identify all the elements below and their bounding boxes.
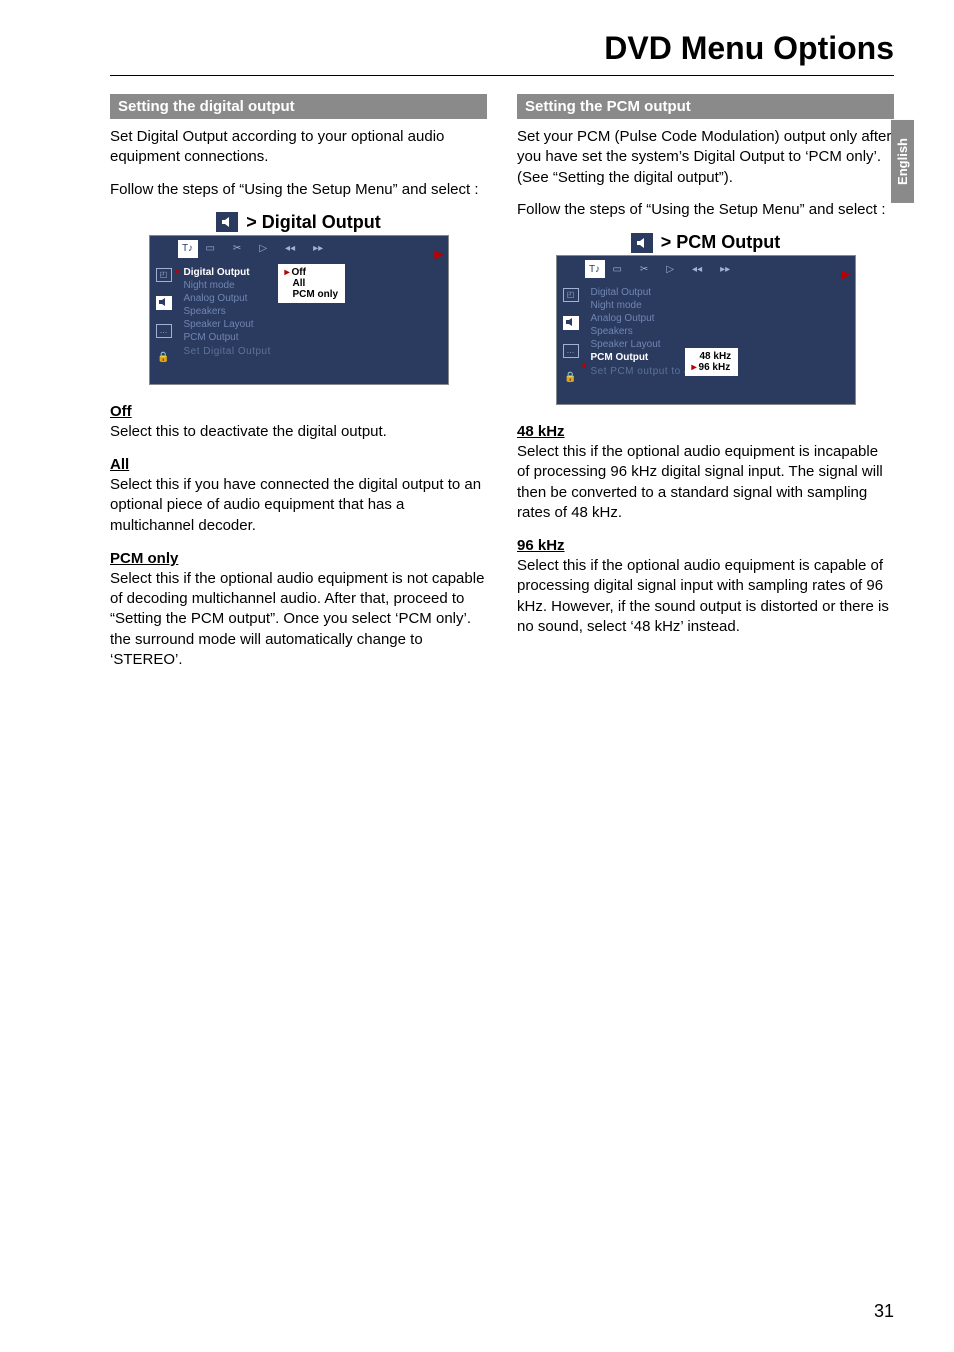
rail-icon-user: ◰ [563,288,579,302]
rewind-icon: ◂◂ [285,243,295,254]
option-heading-48khz: 48 kHz [517,423,894,440]
monitor-icon: ▭ [206,243,215,254]
caret-right-icon: ▸ [692,362,697,373]
intro-text: Set Digital Output according to your opt… [110,127,487,168]
rail-icon-user: ◰ [156,268,172,282]
caret-left-icon: ◂ [174,266,179,277]
forward-icon: ▸▸ [313,243,323,254]
play-icon: ▷ [259,243,267,254]
menu-item-speakers: Speakers [591,325,849,338]
menu-item-pcm-output: PCM Output [184,331,442,344]
intro-text: Set your PCM (Pulse Code Modulation) out… [517,127,894,188]
option-pcm-only: PCM only [293,289,339,300]
monitor-icon: ▭ [613,264,622,275]
menu-title: > Digital Output [246,212,381,233]
speaker-icon [216,212,238,232]
speaker-icon [631,233,653,253]
option-heading-96khz: 96 kHz [517,537,894,554]
rail-icon-subtitle: … [156,324,172,338]
menu-item-speakers: Speakers [184,305,442,318]
menu-figure-digital-output: > Digital Output T♪ ▭ ✂ ▷ ◂◂ ▸▸ ▶ [149,212,449,385]
option-heading-all: All [110,456,487,473]
option-text: Select this if the optional audio equipm… [517,556,894,637]
left-rail: ◰ … 🔒 [150,262,178,382]
option-heading-off: Off [110,403,487,420]
arrow-right-icon: ▶ [434,247,443,261]
scissors-icon: ✂ [233,243,241,254]
page-number: 31 [874,1301,894,1322]
option-text: Select this if you have connected the di… [110,475,487,536]
menu-item-analog-output: Analog Output [591,312,849,325]
play-icon: ▷ [666,264,674,275]
menu-figure-pcm-output: > PCM Output T♪ ▭ ✂ ▷ ◂◂ ▸▸ ▶ [556,232,856,405]
language-tab: English [891,120,914,203]
left-rail: ◰ … 🔒 [557,282,585,402]
option-text: Select this to deactivate the digital ou… [110,422,487,442]
option-96khz: 96 kHz [699,362,731,373]
intro-text: Follow the steps of “Using the Setup Men… [110,180,487,200]
rail-icon-lock: 🔒 [564,372,576,383]
menu-item-digital-output: Digital Output [591,286,849,299]
option-text: Select this if the optional audio equipm… [517,442,894,523]
menu-item-night-mode: Night mode [591,299,849,312]
section-header-digital-output: Setting the digital output [110,94,487,119]
section-header-pcm-output: Setting the PCM output [517,94,894,119]
rail-icon-speaker-active [156,296,172,310]
rail-icon-lock: 🔒 [157,352,169,363]
left-column: Setting the digital output Set Digital O… [110,94,487,684]
menu-title: > PCM Output [661,232,781,253]
scissors-icon: ✂ [640,264,648,275]
right-column: Setting the PCM output Set your PCM (Pul… [517,94,894,684]
menu-item-speaker-layout: Speaker Layout [184,318,442,331]
option-48khz: 48 kHz [700,351,732,362]
rewind-icon: ◂◂ [692,264,702,275]
top-icon-row: ▭ ✂ ▷ ◂◂ ▸▸ [613,264,731,275]
rail-icon-speaker-active [563,316,579,330]
page-title: DVD Menu Options [110,30,894,76]
option-text: Select this if the optional audio equipm… [110,569,487,670]
option-off: Off [292,267,306,278]
menu-hint: Set Digital Output [184,344,442,359]
option-heading-pcm-only: PCM only [110,550,487,567]
option-all: All [293,278,306,289]
options-box: 48 kHz ▸96 kHz [685,348,739,376]
caret-left-icon: ◂ [581,360,586,371]
forward-icon: ▸▸ [720,264,730,275]
top-icon-row: ▭ ✂ ▷ ◂◂ ▸▸ [206,243,324,254]
options-box: ▸Off All PCM only [278,264,346,303]
intro-text: Follow the steps of “Using the Setup Men… [517,200,894,220]
tab-audio-icon: T♪ [585,260,605,278]
tab-audio-icon: T♪ [178,240,198,258]
rail-icon-subtitle: … [563,344,579,358]
caret-right-icon: ▸ [285,267,290,278]
arrow-right-icon: ▶ [841,267,850,281]
